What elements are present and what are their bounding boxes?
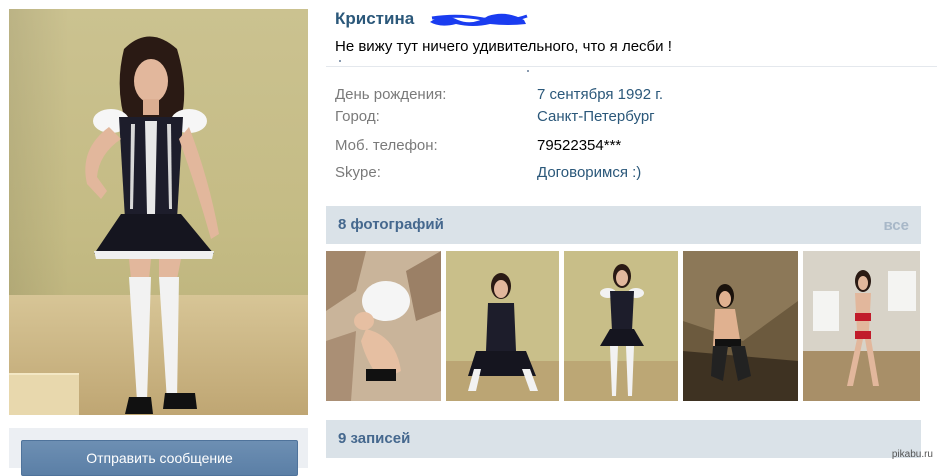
info-label-city: Город: <box>335 108 380 125</box>
photo-thumbnail[interactable] <box>564 251 678 401</box>
status-dot-right <box>527 70 529 72</box>
name-redaction-scribble <box>430 13 528 26</box>
profile-photo[interactable] <box>9 9 308 415</box>
info-value-skype[interactable]: Договоримся :) <box>537 164 641 181</box>
photos-section-header[interactable]: 8 фотографий все <box>326 206 921 244</box>
info-value-city[interactable]: Санкт-Петербург <box>537 108 655 125</box>
profile-status: Не вижу тут ничего удивительного, что я … <box>335 38 672 55</box>
status-dot-left <box>339 60 341 62</box>
action-box: Отправить сообщение <box>9 428 308 476</box>
info-value-birthday[interactable]: 7 сентября 1992 г. <box>537 86 663 103</box>
info-label-birthday: День рождения: <box>335 86 447 103</box>
photo-thumbnail[interactable] <box>326 251 441 401</box>
person-figure <box>85 36 219 414</box>
info-value-phone: 79522354*** <box>537 137 622 154</box>
send-message-button[interactable]: Отправить сообщение <box>21 440 298 476</box>
profile-name[interactable]: Кристина <box>335 9 414 29</box>
info-label-skype: Skype: <box>335 164 381 181</box>
posts-section-header[interactable]: 9 записей <box>326 420 921 458</box>
photos-count-title[interactable]: 8 фотографий <box>338 216 444 233</box>
posts-count-title[interactable]: 9 записей <box>338 430 410 447</box>
divider <box>326 66 937 67</box>
photo-thumbnail[interactable] <box>683 251 798 401</box>
photo-thumbnail[interactable] <box>803 251 920 401</box>
photo-thumbnail[interactable] <box>446 251 559 401</box>
watermark: pikabu.ru <box>891 449 933 460</box>
photos-all-link[interactable]: все <box>883 217 909 234</box>
info-label-phone: Моб. телефон: <box>335 137 438 154</box>
